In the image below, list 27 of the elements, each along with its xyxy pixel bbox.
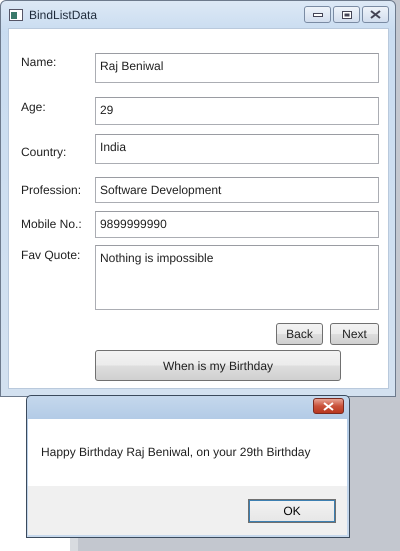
window-title: BindListData (29, 8, 98, 22)
dialog-message: Happy Birthday Raj Beniwal, on your 29th Birthday (41, 444, 310, 458)
close-icon (323, 402, 334, 410)
text-area[interactable]: Nothing is impossible (95, 245, 379, 310)
close-button[interactable] (362, 6, 389, 23)
maximize-button[interactable] (333, 6, 360, 23)
birthday-button[interactable]: When is my Birthday (95, 350, 341, 381)
field-label: Mobile No.: (21, 216, 83, 231)
text-field[interactable]: Software Development (95, 177, 379, 203)
field-label: Fav Quote: (21, 247, 82, 262)
close-button[interactable] (313, 398, 344, 414)
next-button[interactable]: Next (330, 323, 379, 345)
field-label: Age: (21, 99, 47, 114)
minimize-icon (312, 12, 322, 18)
text-field[interactable]: Raj Beniwal (95, 53, 379, 83)
field-label: Country: (21, 144, 68, 159)
ok-button[interactable]: OK (248, 499, 336, 523)
text-field[interactable]: 9899999990 (95, 211, 379, 238)
minimize-button[interactable] (304, 6, 331, 23)
close-icon (370, 10, 381, 19)
field-label: Profession: (21, 182, 82, 197)
field-label: Name: (21, 54, 58, 69)
window-app-icon (9, 8, 23, 20)
text-field[interactable]: India (95, 134, 379, 164)
back-button[interactable]: Back (276, 323, 323, 345)
maximize-icon (342, 10, 352, 18)
text-field[interactable]: 29 (95, 97, 379, 125)
